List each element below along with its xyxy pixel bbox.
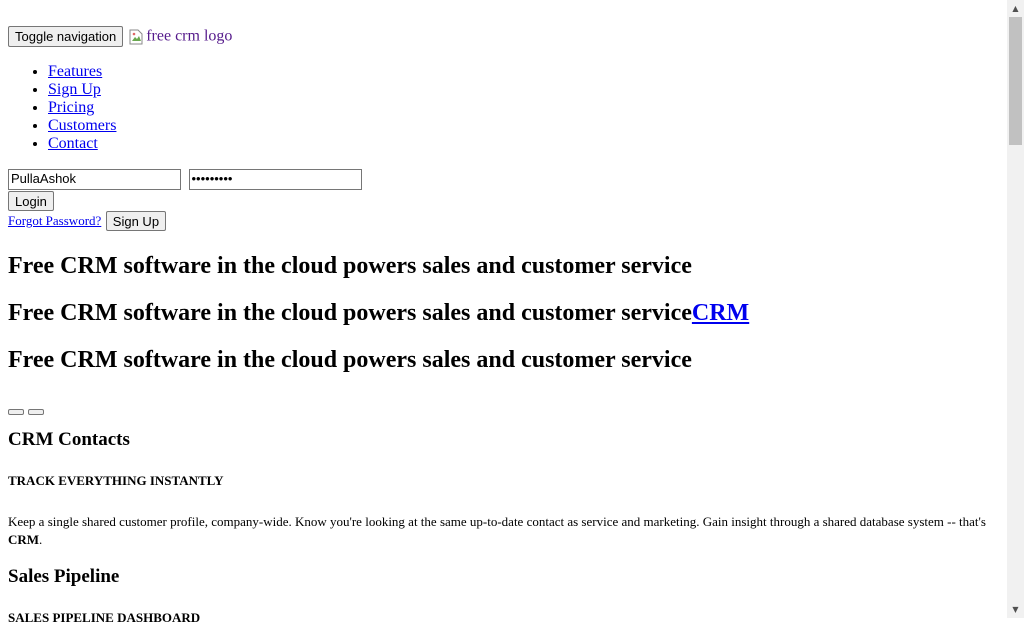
hero-heading-1: Free CRM software in the cloud powers sa…	[8, 253, 692, 279]
logo-alt-text[interactable]: free crm logo	[146, 28, 232, 45]
nav-link-contact[interactable]: Contact	[48, 135, 98, 152]
scroll-up-icon[interactable]: ▲	[1007, 0, 1024, 17]
nav-link-customers[interactable]: Customers	[48, 117, 116, 134]
signup-button[interactable]: Sign Up	[105, 211, 167, 231]
nav-link-features[interactable]: Features	[48, 63, 102, 80]
scroll-down-icon[interactable]: ▼	[1007, 601, 1024, 618]
broken-image-icon	[129, 29, 143, 45]
nav-list: Features Sign Up Pricing Customers Conta…	[8, 63, 116, 153]
hero-heading-3: Free CRM software in the cloud powers sa…	[8, 347, 692, 373]
hero-heading-2-text: Free CRM software in the cloud powers sa…	[8, 300, 692, 326]
contacts-title: CRM Contacts	[8, 429, 130, 450]
pipeline-subtitle: SALES PIPELINE DASHBOARD	[8, 610, 201, 625]
contacts-body: Keep a single shared customer profile, c…	[8, 513, 998, 549]
nav-item-features: Features	[48, 63, 116, 81]
carousel-next-button[interactable]	[28, 409, 44, 415]
nav-item-customers: Customers	[48, 117, 116, 135]
nav-item-signup: Sign Up	[48, 81, 116, 99]
login-form: PullaAshok ••••••••• Login Forgot Passwo…	[8, 169, 408, 233]
toggle-navigation-button[interactable]: Toggle navigation	[8, 26, 124, 47]
nav-item-contact: Contact	[48, 135, 116, 153]
hero-heading-2: Free CRM software in the cloud powers sa…	[8, 299, 749, 327]
password-input[interactable]: •••••••••	[188, 169, 362, 190]
nav-item-pricing: Pricing	[48, 99, 116, 117]
contacts-body-bold: CRM	[8, 532, 40, 547]
login-button[interactable]: Login	[8, 191, 54, 211]
header: Toggle navigation free crm logo	[8, 26, 232, 48]
scrollbar-thumb[interactable]	[1009, 17, 1022, 145]
pipeline-title: Sales Pipeline	[8, 566, 120, 587]
contacts-subtitle: TRACK EVERYTHING INSTANTLY	[8, 473, 224, 488]
contacts-body-end: .	[39, 532, 43, 547]
crm-link[interactable]: CRM	[692, 300, 749, 326]
forgot-password-link[interactable]: Forgot Password?	[8, 213, 101, 228]
username-input[interactable]: PullaAshok	[8, 169, 181, 190]
vertical-scrollbar[interactable]: ▲ ▼	[1007, 0, 1024, 618]
carousel-prev-button[interactable]	[8, 409, 24, 415]
nav-link-pricing[interactable]: Pricing	[48, 99, 94, 116]
nav-link-signup[interactable]: Sign Up	[48, 81, 101, 98]
contacts-body-text: Keep a single shared customer profile, c…	[8, 514, 986, 529]
carousel-controls	[8, 404, 48, 415]
